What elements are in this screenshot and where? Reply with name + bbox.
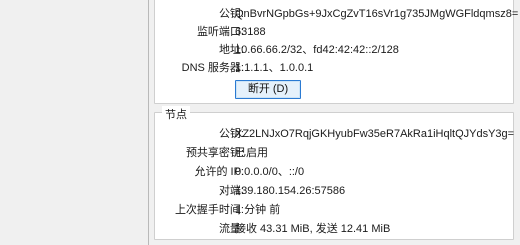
transfer-value[interactable]: 接收 43.31 MiB, 发送 12.41 MiB — [235, 221, 390, 237]
latest-handshake-value[interactable]: 1 分钟 前 — [235, 202, 280, 218]
dns-value[interactable]: 1.1.1.1、1.0.0.1 — [235, 60, 313, 76]
latest-handshake-label: 上次握手时间: — [174, 204, 244, 216]
peer-public-key-value[interactable]: XZ2LNJxO7RqjGKHyubFw35eR7AkRa1iHqltQJYds… — [235, 126, 514, 142]
listen-port-value[interactable]: 63188 — [235, 24, 266, 40]
endpoint-value[interactable]: 139.180.154.26:57586 — [235, 183, 345, 199]
peer-group-title: 节点 — [162, 106, 190, 122]
peer-public-key-row: 公钥: XZ2LNJxO7RqjGKHyubFw35eR7AkRa1iHqltQ… — [155, 126, 514, 142]
interface-public-key-row: 公钥: QnBvrNGpbGs+9JxCgZvT16sVr1g735JMgWGF… — [155, 6, 518, 22]
listen-port-row: 监听端口: 63188 — [155, 24, 513, 40]
preshared-key-value[interactable]: 已启用 — [235, 145, 268, 161]
allowed-ips-row: 允许的 IP: 0.0.0.0/0、::/0 — [155, 164, 513, 180]
dns-row: DNS 服务器: 1.1.1.1、1.0.0.1 — [155, 60, 513, 76]
latest-handshake-row: 上次握手时间: 1 分钟 前 — [155, 202, 513, 218]
endpoint-row: 对端: 139.180.154.26:57586 — [155, 183, 513, 199]
interface-group: 公钥: QnBvrNGpbGs+9JxCgZvT16sVr1g735JMgWGF… — [154, 0, 518, 104]
preshared-key-row: 预共享密钥: 已启用 — [155, 145, 513, 161]
interface-public-key-value[interactable]: QnBvrNGpbGs+9JxCgZvT16sVr1g735JMgWGFldqm… — [235, 6, 518, 22]
tunnel-details-panel: 公钥: QnBvrNGpbGs+9JxCgZvT16sVr1g735JMgWGF… — [148, 0, 520, 245]
address-value[interactable]: 10.66.66.2/32、fd42:42:42::2/128 — [235, 42, 399, 58]
peer-group: 节点 公钥: XZ2LNJxO7RqjGKHyubFw35eR7AkRa1iHq… — [154, 106, 514, 240]
disconnect-button[interactable]: 断开 (D) — [235, 80, 301, 99]
allowed-ips-value[interactable]: 0.0.0.0/0、::/0 — [235, 164, 304, 180]
transfer-row: 流量: 接收 43.31 MiB, 发送 12.41 MiB — [155, 221, 513, 237]
address-row: 地址: 10.66.66.2/32、fd42:42:42::2/128 — [155, 42, 513, 58]
